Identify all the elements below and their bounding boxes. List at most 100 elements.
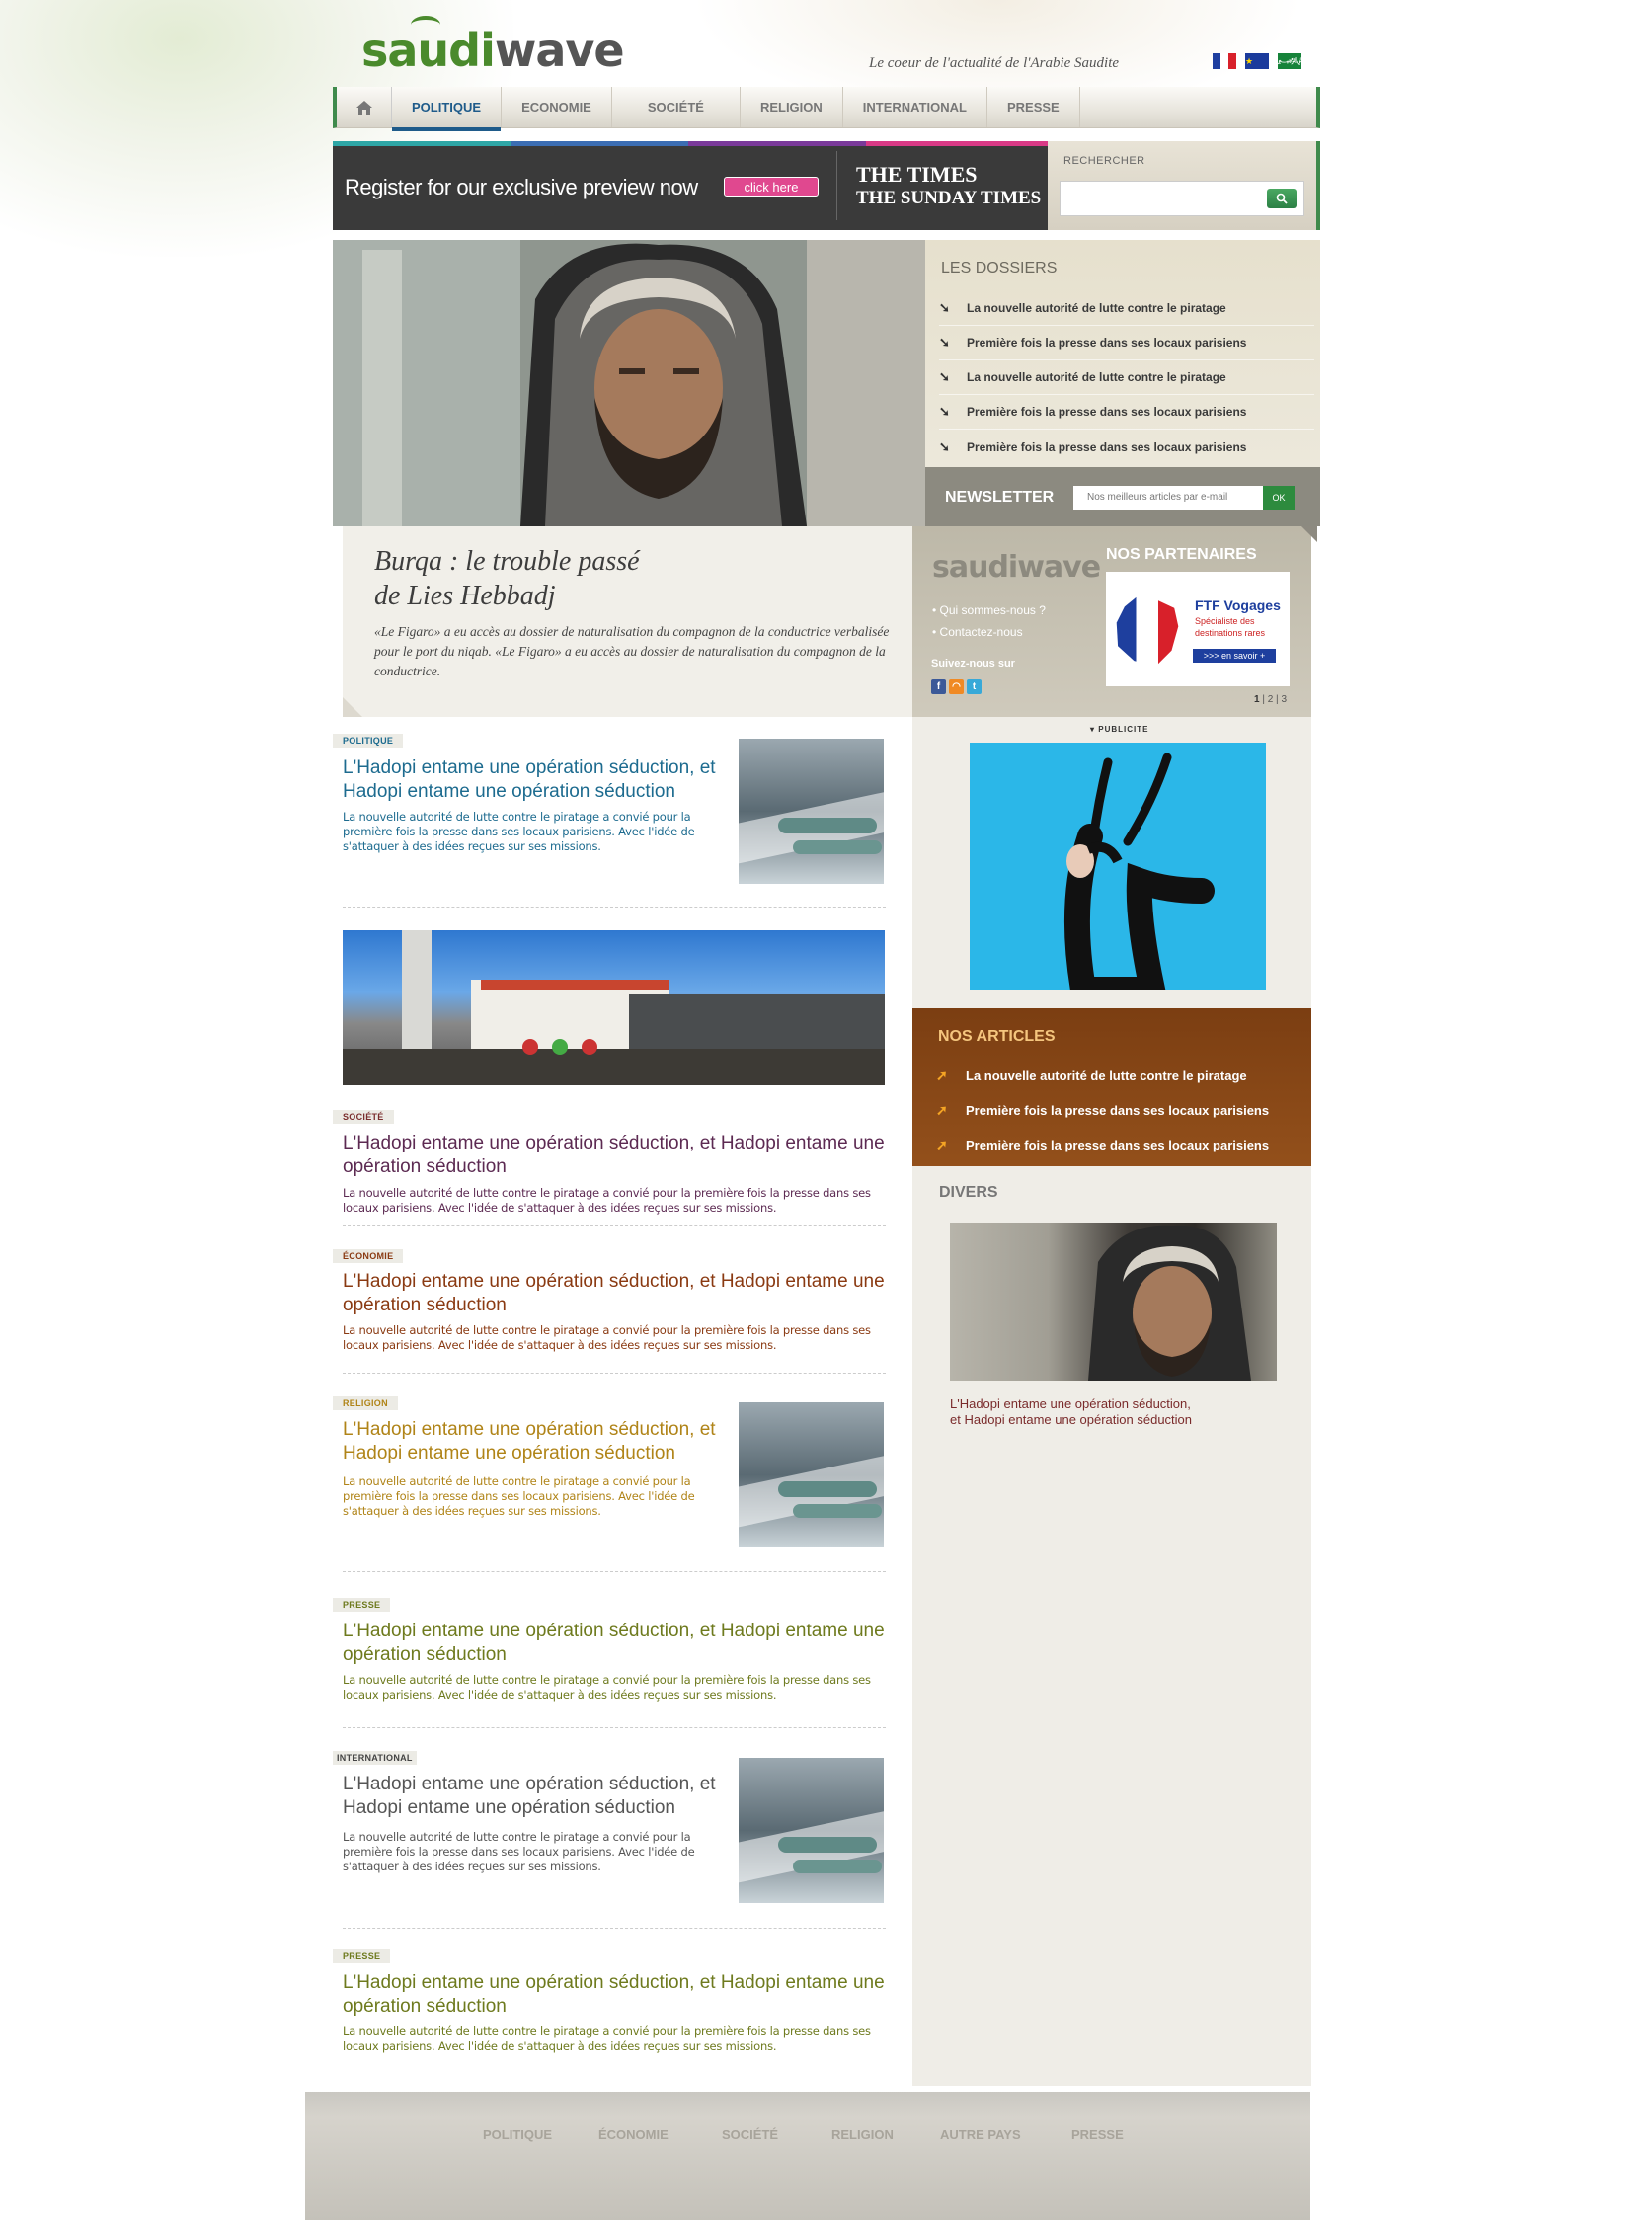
article-item[interactable]: PRESSE bbox=[333, 1595, 391, 1613]
dossier-item[interactable]: ➘ Première fois la presse dans ses locaux… bbox=[939, 326, 1314, 360]
pager-page[interactable]: 1 bbox=[1254, 694, 1260, 705]
dossier-item[interactable]: ➘ La nouvelle autorité de lutte contre le… bbox=[939, 291, 1314, 326]
pager-page[interactable]: 3 bbox=[1281, 694, 1287, 705]
arrow-icon: ➘ bbox=[939, 300, 950, 315]
arrow-icon: ➚ bbox=[936, 1068, 948, 1083]
home-icon bbox=[355, 100, 372, 115]
fr-flag-icon[interactable] bbox=[1213, 53, 1236, 69]
article-title[interactable]: L'Hadopi entame une opération séduction,… bbox=[343, 1971, 888, 2019]
partners-pager: 1 | 2 | 3 bbox=[1254, 694, 1287, 705]
divers-image[interactable] bbox=[950, 1223, 1277, 1381]
divers-caption[interactable]: L'Hadopi entame une opération séduction,… bbox=[950, 1396, 1277, 1428]
article-tag[interactable]: ÉCONOMIE bbox=[333, 1249, 404, 1263]
publicite-label: ▾ PUBLICITE bbox=[1090, 725, 1149, 734]
nav-item-religion[interactable]: RELIGION bbox=[741, 87, 843, 127]
footer-link-presse[interactable]: PRESSE bbox=[1071, 2127, 1124, 2142]
feature-article[interactable]: Burqa : le trouble passé de Lies Hebbadj… bbox=[333, 526, 912, 717]
footer-link-autre-pays[interactable]: AUTRE PAYS bbox=[940, 2127, 1021, 2142]
banner-divider bbox=[836, 151, 837, 220]
eu-flag-icon[interactable]: ★ bbox=[1245, 53, 1269, 69]
footer-link-societe[interactable]: SOCIÉTÉ bbox=[722, 2127, 778, 2142]
article-divider bbox=[343, 1928, 886, 1929]
footer-link-religion[interactable]: RELIGION bbox=[831, 2127, 894, 2142]
banner-stripe bbox=[511, 141, 688, 146]
footer-link-economie[interactable]: ÉCONOMIE bbox=[598, 2127, 669, 2142]
partners-title: NOS PARTENAIRES bbox=[1106, 546, 1257, 563]
article-description: La nouvelle autorité de lutte contre le … bbox=[343, 1673, 871, 1702]
dossier-item-label: Première fois la presse dans ses locaux … bbox=[967, 405, 1247, 419]
france-map-icon bbox=[1116, 594, 1179, 667]
article-tag[interactable]: PRESSE bbox=[333, 1598, 391, 1612]
thumbnail-boat bbox=[793, 1860, 882, 1873]
arrow-icon: ➘ bbox=[939, 438, 950, 454]
divers-photo-illustration bbox=[1088, 1225, 1251, 1381]
article-item[interactable]: INTERNATIONAL bbox=[333, 1748, 417, 1766]
article-wide-image[interactable] bbox=[343, 930, 885, 1085]
article-title[interactable]: L'Hadopi entame une opération séduction,… bbox=[343, 1270, 888, 1317]
nav-item-international[interactable]: INTERNATIONAL bbox=[843, 87, 987, 127]
dossier-item[interactable]: ➘ Première fois la presse dans ses locaux… bbox=[939, 430, 1314, 464]
twitter-icon[interactable]: t bbox=[967, 679, 982, 694]
article-tag[interactable]: INTERNATIONAL bbox=[333, 1751, 417, 1765]
partner-card[interactable]: FTF Vogages Spécialiste des destinations… bbox=[1106, 572, 1290, 686]
hero-photo-illustration bbox=[333, 240, 925, 526]
article-thumbnail[interactable] bbox=[739, 1402, 884, 1547]
nos-articles-item[interactable]: ➚ Première fois la presse dans ses locaux… bbox=[936, 1102, 1269, 1119]
newsletter-label: NEWSLETTER bbox=[945, 489, 1055, 506]
rss-icon[interactable]: ◠ bbox=[949, 679, 964, 694]
dossier-item[interactable]: ➘ La nouvelle autorité de lutte contre le… bbox=[939, 360, 1314, 395]
article-tag[interactable]: SOCIÉTÉ bbox=[333, 1110, 394, 1124]
article-tag[interactable]: RELIGION bbox=[333, 1396, 398, 1410]
banner-click-here-button[interactable]: click here bbox=[724, 177, 819, 197]
corner-fold bbox=[343, 697, 362, 717]
article-title[interactable]: L'Hadopi entame une opération séduction,… bbox=[343, 1418, 728, 1466]
banner-ad[interactable]: Register for our exclusive preview now c… bbox=[333, 141, 1048, 230]
hero-image[interactable] bbox=[333, 240, 925, 526]
nos-articles-item[interactable]: ➚ Première fois la presse dans ses locaux… bbox=[936, 1137, 1269, 1153]
partner-more-link[interactable]: >>> en savoir + bbox=[1193, 649, 1276, 663]
nos-articles-item-label: La nouvelle autorité de lutte contre le … bbox=[966, 1069, 1247, 1083]
facebook-icon[interactable]: f bbox=[931, 679, 946, 694]
about-logo[interactable]: saudiwave bbox=[932, 550, 1101, 585]
article-item[interactable]: ÉCONOMIE bbox=[333, 1246, 404, 1264]
about-link-qui-sommes-nous[interactable]: • Qui sommes-nous ? bbox=[932, 603, 1046, 617]
feature-title[interactable]: Burqa : le trouble passé de Lies Hebbadj bbox=[374, 544, 690, 613]
newsletter-email-input[interactable]: Nos meilleurs articles par e-mail bbox=[1073, 486, 1263, 510]
article-description: La nouvelle autorité de lutte contre le … bbox=[343, 1186, 871, 1215]
sa-flag-icon[interactable]: ﷽ bbox=[1278, 53, 1331, 69]
article-description: La nouvelle autorité de lutte contre le … bbox=[343, 1474, 695, 1518]
partner-name: FTF Vogages bbox=[1195, 597, 1281, 613]
article-thumbnail[interactable] bbox=[739, 739, 884, 884]
article-thumbnail[interactable] bbox=[739, 1758, 884, 1903]
article-item[interactable]: POLITIQUE bbox=[333, 731, 404, 749]
pager-page[interactable]: 2 bbox=[1268, 694, 1274, 705]
dossier-item[interactable]: ➘ Première fois la presse dans ses locaux… bbox=[939, 395, 1314, 430]
site-logo[interactable]: saudi wave bbox=[361, 16, 625, 77]
search-button[interactable] bbox=[1267, 189, 1297, 208]
newsletter-ok-button[interactable]: OK bbox=[1263, 486, 1295, 510]
times-logo-line1: THE TIMES bbox=[856, 162, 978, 187]
nav-item-politique[interactable]: POLITIQUE bbox=[392, 87, 503, 131]
article-item[interactable]: RELIGION bbox=[333, 1393, 398, 1411]
footer-link-politique[interactable]: POLITIQUE bbox=[483, 2127, 552, 2142]
nav-item-societe[interactable]: SOCIÉTÉ bbox=[612, 87, 741, 127]
article-title[interactable]: L'Hadopi entame une opération séduction,… bbox=[343, 756, 728, 804]
nav-item-presse[interactable]: PRESSE bbox=[987, 87, 1080, 127]
article-title[interactable]: L'Hadopi entame une opération séduction,… bbox=[343, 1132, 888, 1179]
nav-item-economie[interactable]: ECONOMIE bbox=[502, 87, 612, 127]
about-link-contact[interactable]: • Contactez-nous bbox=[932, 625, 1023, 639]
follow-label: Suivez-nous sur bbox=[931, 658, 1015, 670]
dossier-item-label: Première fois la presse dans ses locaux … bbox=[967, 439, 1247, 454]
article-title[interactable]: L'Hadopi entame une opération séduction,… bbox=[343, 1620, 888, 1667]
advertisement[interactable] bbox=[970, 743, 1266, 990]
article-title[interactable]: L'Hadopi entame une opération séduction,… bbox=[343, 1773, 728, 1820]
article-tag[interactable]: PRESSE bbox=[333, 1949, 391, 1963]
logo-text-wave: wave bbox=[494, 24, 625, 77]
feature-description: «Le Figaro» a eu accès au dossier de nat… bbox=[374, 624, 890, 678]
dossier-item-label: La nouvelle autorité de lutte contre le … bbox=[967, 301, 1226, 315]
article-item[interactable]: SOCIÉTÉ bbox=[333, 1107, 394, 1125]
article-tag[interactable]: POLITIQUE bbox=[333, 734, 404, 748]
article-item[interactable]: PRESSE bbox=[333, 1946, 391, 1964]
nav-home[interactable] bbox=[337, 87, 392, 127]
nos-articles-item[interactable]: ➚ La nouvelle autorité de lutte contre le… bbox=[936, 1068, 1247, 1084]
